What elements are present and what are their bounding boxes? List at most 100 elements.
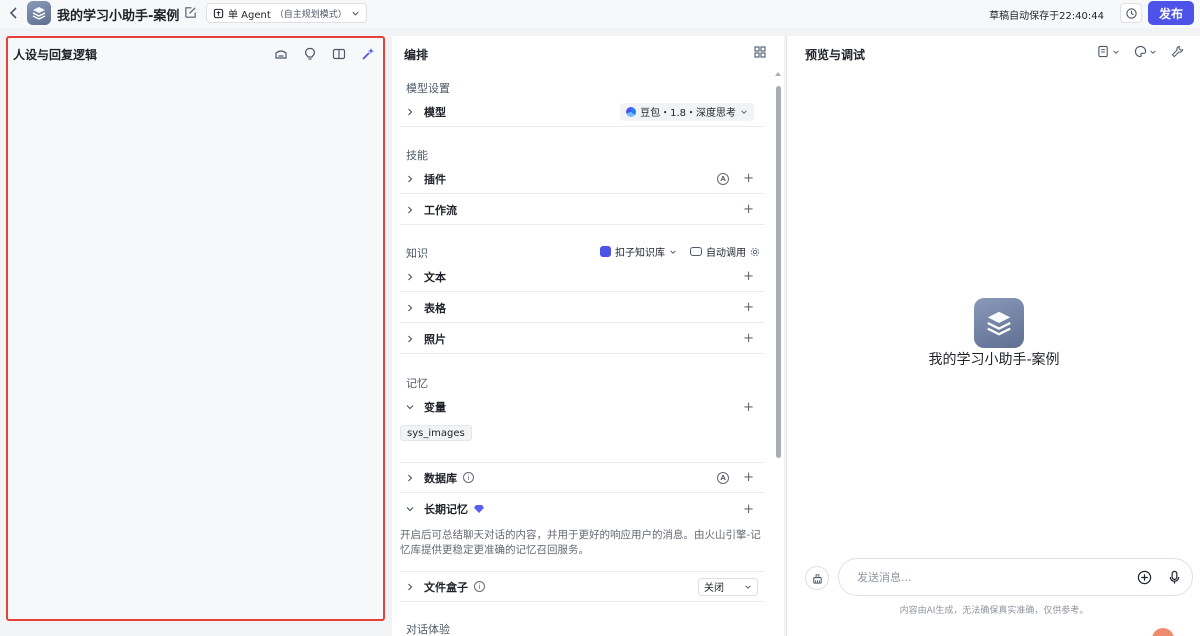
- knowledge-label: 知识: [406, 247, 428, 260]
- add-database-button[interactable]: +: [743, 471, 754, 484]
- preview-panel: 预览与调试 我的学习小助手-案例 内容由AI生成，无法确保真实准确，仅供参考。: [786, 36, 1200, 636]
- microphone-icon[interactable]: [1166, 569, 1182, 585]
- theme-dropdown[interactable]: [1134, 45, 1157, 58]
- photo-label: 照片: [424, 332, 446, 346]
- message-input[interactable]: [857, 570, 1122, 584]
- add-attachment-icon[interactable]: [1136, 569, 1152, 585]
- model-row[interactable]: 模型 豆包・1.8・深度思考: [400, 97, 764, 127]
- palette-icon: [1134, 45, 1147, 58]
- top-bar: 我的学习小助手-案例 单 Agent （自主规划模式） 草稿自动保存于22:40…: [0, 0, 1200, 28]
- chevron-down-icon: [402, 501, 418, 517]
- chevron-right-icon: [402, 579, 418, 595]
- knowledge-base-select[interactable]: 扣子知识库: [600, 244, 677, 259]
- arrange-panel: 编排 模型设置 模型 豆包・1.8・深度思考 技能 插件 A + 工作流 + 知…: [392, 36, 784, 636]
- info-icon[interactable]: i: [463, 472, 474, 483]
- app-title: 我的学习小助手-案例: [57, 9, 180, 24]
- chevron-right-icon: [402, 300, 418, 316]
- persona-title: 人设与回复逻辑: [13, 48, 98, 62]
- chevron-right-icon: [402, 331, 418, 347]
- variable-tag[interactable]: sys_images: [400, 425, 472, 441]
- chevron-right-icon: [402, 171, 418, 187]
- chevron-down-icon: [670, 249, 676, 254]
- model-settings-label: 模型设置: [406, 82, 450, 95]
- filebox-toggle-select[interactable]: 关闭: [698, 577, 758, 596]
- layout-grid-icon[interactable]: [754, 46, 766, 58]
- variable-label: 变量: [424, 401, 446, 414]
- chevron-down-icon: [745, 584, 751, 589]
- plugins-label: 插件: [424, 172, 446, 186]
- filebox-label: 文件盒子: [424, 580, 468, 594]
- add-workflow-button[interactable]: +: [743, 203, 754, 216]
- chevron-down-icon: [352, 11, 359, 16]
- ai-optimize-icon[interactable]: [360, 46, 375, 61]
- debug-tool-button[interactable]: [1171, 45, 1184, 58]
- arrange-title: 编排: [404, 48, 429, 62]
- mode-sub-label: （自主规划模式）: [274, 9, 347, 20]
- document-icon: [1098, 45, 1108, 58]
- prompt-library-icon[interactable]: [273, 46, 288, 61]
- table-label: 表格: [424, 301, 446, 315]
- auto-call-setting[interactable]: 自动调用: [690, 244, 760, 259]
- longterm-memory-row[interactable]: 长期记忆 +: [400, 494, 764, 524]
- longterm-memory-description: 开启后可总结聊天对话的内容，并用于更好的响应用户的消息。由火山引擎-记忆库提供更…: [400, 529, 761, 556]
- layers-icon: [32, 7, 46, 20]
- add-table-button[interactable]: +: [743, 301, 754, 314]
- auto-select-icon[interactable]: A: [717, 172, 730, 185]
- preview-toolbar: [1097, 45, 1184, 58]
- clear-history-button[interactable]: [805, 566, 829, 590]
- dialog-experience-label: 对话体验: [406, 623, 450, 636]
- chevron-down-icon: [1150, 49, 1156, 54]
- app-logo: [27, 1, 51, 25]
- scrollbar-thumb[interactable]: [776, 86, 781, 458]
- auto-select-icon[interactable]: A: [717, 471, 730, 484]
- chevron-right-icon: [402, 269, 418, 285]
- model-label: 模型: [424, 105, 446, 119]
- persona-toolbar: [273, 46, 375, 61]
- agent-mode-dropdown[interactable]: 单 Agent （自主规划模式）: [206, 3, 367, 23]
- split-view-icon[interactable]: [331, 46, 346, 61]
- doubao-logo-icon: [626, 106, 637, 117]
- database-row[interactable]: 数据库 i A +: [400, 463, 764, 493]
- skills-label: 技能: [406, 149, 428, 162]
- model-select[interactable]: 豆包・1.8・深度思考: [620, 102, 754, 121]
- longterm-memory-label: 长期记忆: [424, 503, 468, 516]
- workflow-row[interactable]: 工作流 +: [400, 195, 764, 225]
- preview-title: 预览与调试: [805, 48, 866, 62]
- back-chevron-icon[interactable]: [6, 5, 22, 21]
- chevron-right-icon: [402, 104, 418, 120]
- text-knowledge-row[interactable]: 文本 +: [400, 262, 764, 292]
- photo-knowledge-row[interactable]: 照片 +: [400, 324, 764, 354]
- table-knowledge-row[interactable]: 表格 +: [400, 293, 764, 323]
- knowledge-base-icon: [600, 246, 611, 257]
- workflow-label: 工作流: [424, 203, 457, 217]
- lightbulb-icon[interactable]: [302, 46, 317, 61]
- add-photo-button[interactable]: +: [743, 332, 754, 345]
- edit-icon[interactable]: [184, 6, 197, 19]
- persona-panel[interactable]: 人设与回复逻辑: [6, 36, 385, 621]
- text-label: 文本: [424, 270, 446, 284]
- add-variable-button[interactable]: +: [743, 401, 754, 414]
- add-longterm-memory-button[interactable]: +: [743, 503, 754, 516]
- database-label: 数据库: [424, 471, 457, 485]
- plugins-row[interactable]: 插件 A +: [400, 164, 764, 194]
- add-plugin-button[interactable]: +: [743, 172, 754, 185]
- history-icon: [1125, 7, 1137, 19]
- scroll-up-arrow[interactable]: [775, 72, 781, 76]
- filebox-row[interactable]: 文件盒子 i 关闭: [400, 572, 764, 602]
- ai-disclaimer: 内容由AI生成，无法确保真实准确，仅供参考。: [899, 606, 1089, 616]
- robot-icon: [690, 247, 702, 256]
- history-button[interactable]: [1120, 3, 1142, 23]
- layers-icon: [987, 311, 1011, 336]
- agent-icon: [213, 8, 224, 18]
- add-text-button[interactable]: +: [743, 270, 754, 283]
- publish-button[interactable]: 发布: [1148, 1, 1194, 25]
- bot-avatar: [974, 298, 1024, 348]
- variable-row[interactable]: 变量 +: [400, 392, 764, 422]
- memory-label: 记忆: [406, 377, 428, 390]
- preview-mode-dropdown[interactable]: [1097, 45, 1120, 58]
- chevron-down-icon: [741, 109, 747, 114]
- chevron-down-icon: [402, 399, 418, 415]
- mode-label: 单 Agent: [228, 9, 271, 21]
- info-icon[interactable]: i: [474, 581, 485, 592]
- chat-input-box[interactable]: [838, 558, 1193, 596]
